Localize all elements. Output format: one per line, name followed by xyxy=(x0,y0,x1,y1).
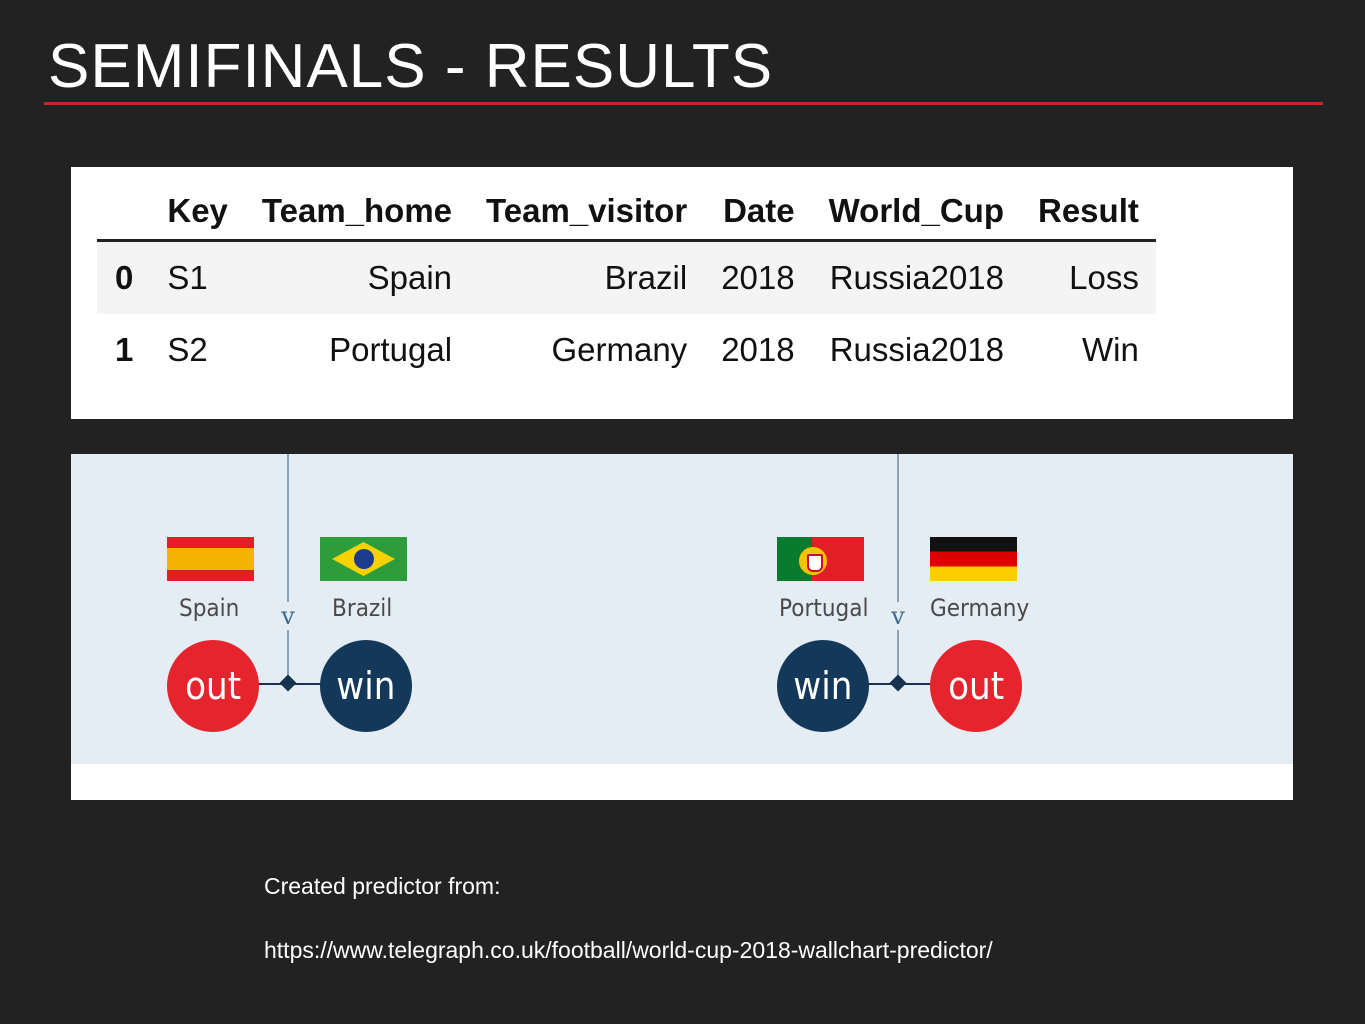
results-table: Key Team_home Team_visitor Date World_Cu… xyxy=(97,183,1156,386)
cell-world-cup: Russia2018 xyxy=(811,240,1021,314)
team-name-home: Spain xyxy=(179,594,240,622)
table-header-row: Key Team_home Team_visitor Date World_Cu… xyxy=(97,183,1156,242)
bracket-connector xyxy=(897,454,899,684)
table-row: 0 S1 Spain Brazil 2018 Russia2018 Loss xyxy=(97,240,1156,314)
away-result-button[interactable]: out xyxy=(930,640,1022,732)
home-result-button[interactable]: win xyxy=(777,640,869,732)
title-underline xyxy=(44,102,1323,105)
results-table-panel: Key Team_home Team_visitor Date World_Cu… xyxy=(71,167,1293,419)
team-name-away: Brazil xyxy=(332,594,393,622)
slide-title: SEMIFINALS - RESULTS xyxy=(48,32,774,101)
result-label: out xyxy=(947,664,1004,708)
bracket-node-icon xyxy=(279,674,297,692)
cell-world-cup: Russia2018 xyxy=(811,314,1021,386)
versus-label: v xyxy=(276,602,300,630)
cell-key: S2 xyxy=(150,314,245,386)
cell-result: Win xyxy=(1021,314,1156,386)
versus-label: v xyxy=(886,602,910,630)
table-row: 1 S2 Portugal Germany 2018 Russia2018 Wi… xyxy=(97,314,1156,386)
away-result-button[interactable]: win xyxy=(320,640,412,732)
team-name-away: Germany xyxy=(930,594,1030,622)
cell-date: 2018 xyxy=(704,240,812,314)
source-caption: Created predictor from: xyxy=(264,873,501,899)
spain-flag-icon xyxy=(167,537,254,581)
team-name-home: Portugal xyxy=(779,594,869,622)
column-header-key: Key xyxy=(150,183,245,242)
column-header-date: Date xyxy=(704,183,812,242)
column-header-team-home: Team_home xyxy=(244,183,470,242)
bracket-panel: v Spain out Brazil win v Portugal win Ge… xyxy=(71,454,1293,800)
cell-result: Loss xyxy=(1021,240,1156,314)
cell-date: 2018 xyxy=(704,314,812,386)
match-portugal-germany: v Portugal win Germany out xyxy=(777,454,1077,764)
portugal-flag-icon xyxy=(777,537,864,581)
result-label: win xyxy=(793,664,853,708)
column-header-team-visitor: Team_visitor xyxy=(469,183,705,242)
cell-team-visitor: Brazil xyxy=(469,240,705,314)
index-header xyxy=(97,183,151,242)
result-label: out xyxy=(184,664,241,708)
cell-team-home: Portugal xyxy=(244,314,470,386)
cell-team-home: Spain xyxy=(244,240,470,314)
germany-flag-icon xyxy=(930,537,1017,581)
cell-key: S1 xyxy=(150,240,245,314)
bracket-connector xyxy=(287,454,289,684)
source-url: https://www.telegraph.co.uk/football/wor… xyxy=(264,937,993,963)
row-index: 1 xyxy=(97,314,151,386)
bracket-node-icon xyxy=(889,674,907,692)
cell-team-visitor: Germany xyxy=(469,314,705,386)
column-header-result: Result xyxy=(1021,183,1156,242)
home-result-button[interactable]: out xyxy=(167,640,259,732)
result-label: win xyxy=(336,664,396,708)
brazil-flag-icon xyxy=(320,537,407,581)
column-header-world-cup: World_Cup xyxy=(811,183,1021,242)
match-spain-brazil: v Spain out Brazil win xyxy=(167,454,467,764)
row-index: 0 xyxy=(97,240,151,314)
